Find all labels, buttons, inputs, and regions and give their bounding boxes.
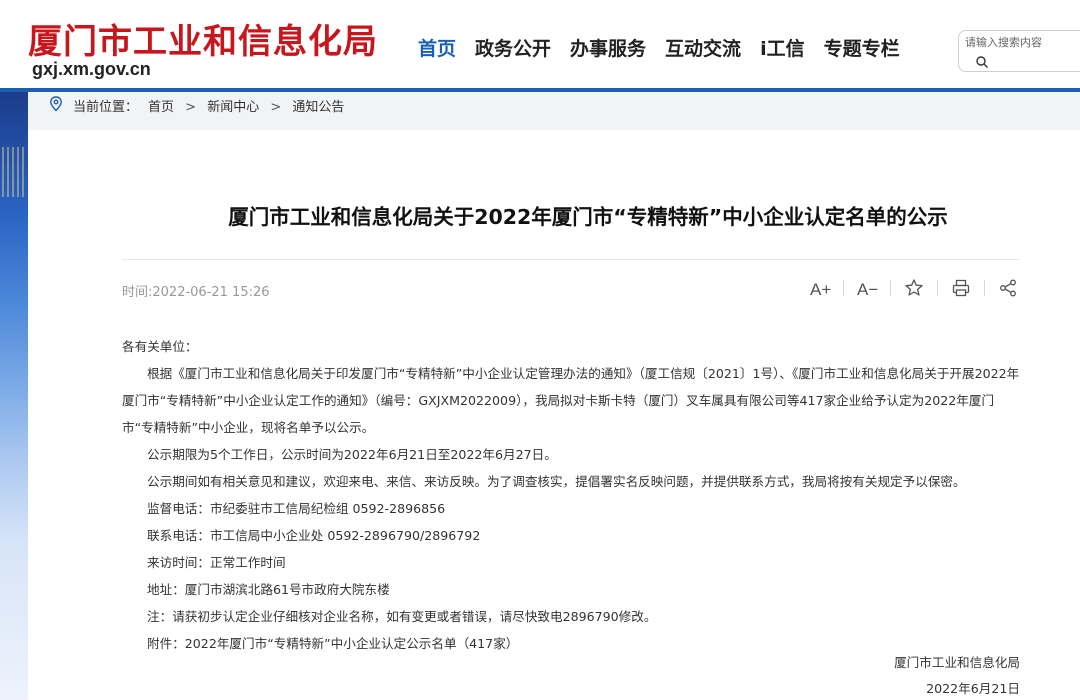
font-increase-icon: A+ (810, 280, 831, 298)
breadcrumb-item-news-center[interactable]: 新闻中心 (207, 100, 259, 115)
supervision-phone: 监督电话：市纪委驻市工信局纪检组 0592-2896856 (147, 501, 446, 516)
svg-text:A−: A− (857, 280, 878, 298)
salutation: 各有关单位： (122, 339, 198, 354)
location-pin-icon (50, 96, 62, 112)
body-paragraph: 公示期限为5个工作日，公示时间为2022年6月21日至2022年6月27日。 (147, 447, 557, 462)
svg-text:A+: A+ (810, 280, 831, 298)
favorite-button[interactable] (902, 276, 926, 300)
nav-item-special-topics[interactable]: 专题专栏 (824, 34, 900, 61)
title-divider (122, 259, 1020, 260)
printer-icon (952, 279, 970, 297)
address: 地址：厦门市湖滨北路61号市政府大院东楼 (147, 582, 390, 597)
nav-item-home[interactable]: 首页 (418, 34, 456, 61)
search-icon[interactable] (975, 55, 989, 69)
nav-item-government-affairs[interactable]: 政务公开 (475, 34, 551, 61)
breadcrumb-separator: > (270, 100, 282, 115)
star-icon (905, 279, 923, 296)
article-title: 厦门市工业和信息化局关于2022年厦门市“专精特新”中小企业认定名单的公示 (228, 205, 948, 229)
toolbar-divider (890, 280, 891, 296)
search-box (958, 30, 1080, 72)
site-logo-title[interactable]: 厦门市工业和信息化局 (28, 14, 378, 63)
background-city-image (0, 92, 28, 700)
site-header: 厦门市工业和信息化局 gxj.xm.gov.cn 首页 政务公开 办事服务 互动… (0, 0, 1080, 92)
body-paragraph: 根据《厦门市工业和信息化局关于印发厦门市“专精特新”中小企业认定管理办法的通知》… (122, 366, 1020, 435)
visit-time: 来访时间：正常工作时间 (147, 555, 286, 570)
share-icon (1000, 279, 1016, 297)
toolbar-divider (937, 280, 938, 296)
toolbar-divider (843, 280, 844, 296)
site-domain: gxj.xm.gov.cn (32, 59, 151, 79)
main-nav: 首页 政务公开 办事服务 互动交流 i工信 专题专栏 (418, 34, 919, 61)
nav-item-services[interactable]: 办事服务 (570, 34, 646, 61)
contact-phone: 联系电话：市工信局中小企业处 0592-2896790/2896792 (147, 528, 481, 543)
font-decrease-button[interactable]: A− (855, 276, 879, 300)
breadcrumb-item-notices[interactable]: 通知公告 (292, 100, 344, 115)
signature-date: 2022年6月21日 (926, 681, 1020, 696)
body-paragraph: 公示期间如有相关意见和建议，欢迎来电、来信、来访反映。为了调查核实，提倡署实名反… (147, 474, 966, 489)
toolbar-divider (984, 280, 985, 296)
article-card: 厦门市工业和信息化局关于2022年厦门市“专精特新”中小企业认定名单的公示 时间… (28, 130, 1080, 700)
nav-item-interaction[interactable]: 互动交流 (665, 34, 741, 61)
font-increase-button[interactable]: A+ (808, 276, 832, 300)
publish-time: 时间:2022-06-21 15:26 (122, 285, 270, 300)
breadcrumb-item-home[interactable]: 首页 (148, 100, 174, 115)
attachment-link[interactable]: 附件：2022年厦门市“专精特新”中小企业认定公示名单（417家） (122, 630, 1022, 657)
note: 注：请获初步认定企业仔细核对企业名称，如有变更或者错误，请尽快致电2896790… (147, 609, 657, 624)
print-button[interactable] (949, 276, 973, 300)
share-button[interactable] (996, 276, 1020, 300)
signature-organization: 厦门市工业和信息化局 (894, 655, 1020, 670)
article-toolbar: A+ A− (808, 276, 1020, 300)
article-body: 各有关单位： 根据《厦门市工业和信息化局关于印发厦门市“专精特新”中小企业认定管… (122, 333, 1022, 657)
font-decrease-icon: A− (857, 280, 878, 298)
breadcrumb-separator: > (185, 100, 197, 115)
nav-item-i-gongxin[interactable]: i工信 (760, 34, 805, 61)
breadcrumb: 当前位置： 首页 > 新闻中心 > 通知公告 (28, 92, 1080, 130)
search-input[interactable] (965, 35, 1080, 49)
breadcrumb-prefix: 当前位置： (73, 100, 139, 115)
breadcrumb-links: 首页 > 新闻中心 > 通知公告 (148, 96, 344, 115)
